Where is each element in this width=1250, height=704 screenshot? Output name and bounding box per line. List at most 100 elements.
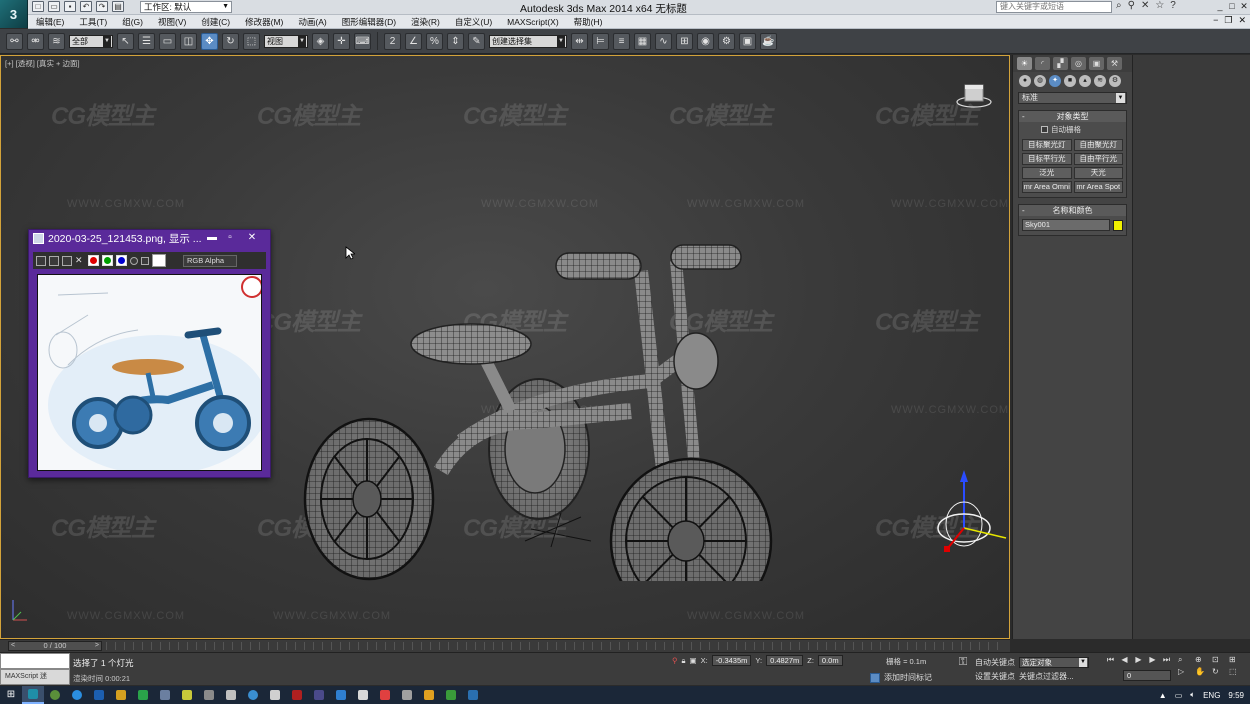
transform-gizmo-icon[interactable] bbox=[926, 466, 1010, 561]
alpha-toggle-icon[interactable] bbox=[130, 256, 138, 265]
menu-item-modifiers[interactable]: 修改器(M) bbox=[245, 16, 283, 28]
menu-item-views[interactable]: 视图(V) bbox=[158, 16, 186, 28]
save-image-icon[interactable] bbox=[36, 255, 46, 266]
clone-window-icon[interactable] bbox=[62, 255, 72, 266]
window-crossing-icon[interactable]: ◫ bbox=[180, 32, 197, 50]
display-tab-icon[interactable]: ▣ bbox=[1089, 57, 1104, 70]
graphite-ribbon-icon[interactable]: ▦ bbox=[634, 32, 651, 50]
zoom-icon[interactable]: ⌕ bbox=[1178, 655, 1192, 665]
track-bar[interactable] bbox=[106, 642, 1006, 650]
taskbar-app[interactable] bbox=[418, 686, 440, 704]
material-editor-icon[interactable]: ◉ bbox=[697, 32, 714, 50]
menu-item-graph-editors[interactable]: 图形编辑器(D) bbox=[342, 16, 396, 28]
menu-item-maxscript[interactable]: MAXScript(X) bbox=[507, 17, 558, 27]
time-slider[interactable]: < 0 / 100 > bbox=[8, 641, 102, 651]
background-swatch[interactable] bbox=[152, 254, 166, 267]
taskbar-app[interactable] bbox=[440, 686, 462, 704]
go-to-end-icon[interactable]: ⏭ bbox=[1161, 655, 1172, 665]
bind-space-warp-icon[interactable]: ≋ bbox=[48, 32, 65, 50]
search-input[interactable]: 键入关键字或短语 bbox=[996, 1, 1112, 13]
menu-item-tools[interactable]: 工具(T) bbox=[79, 16, 107, 28]
selection-filter-select[interactable]: 全部 ▼ bbox=[69, 34, 113, 48]
select-move-icon[interactable]: ✥ bbox=[201, 32, 218, 50]
menu-item-customize[interactable]: 自定义(U) bbox=[455, 16, 492, 28]
percent-snap-icon[interactable]: % bbox=[426, 32, 443, 50]
create-tab-icon[interactable]: ☀ bbox=[1017, 57, 1032, 70]
viewport-label[interactable]: [+] [透视] [真实 + 边面] bbox=[5, 58, 80, 69]
rendered-frame-window-icon[interactable]: ▣ bbox=[739, 32, 756, 50]
previous-frame-icon[interactable]: ◀ bbox=[1119, 655, 1130, 665]
zoom-all-icon[interactable]: ⊕ bbox=[1195, 655, 1209, 665]
autogrid-checkbox[interactable]: 自动栅格 bbox=[1019, 122, 1126, 137]
language-indicator[interactable]: ENG bbox=[1203, 691, 1220, 700]
link-icon[interactable]: ⚯ bbox=[6, 32, 23, 50]
time-slider-prev[interactable]: < bbox=[11, 642, 15, 650]
cameras-category-icon[interactable]: ■ bbox=[1064, 75, 1076, 87]
menu-item-edit[interactable]: 编辑(E) bbox=[36, 16, 64, 28]
name-color-rollout-header[interactable]: - 名称和颜色 bbox=[1019, 205, 1126, 216]
current-frame-field[interactable]: 0 bbox=[1123, 670, 1171, 681]
free-direct-button[interactable]: 自由平行光 bbox=[1073, 153, 1123, 165]
minimize-icon[interactable]: _ bbox=[1214, 0, 1226, 13]
systems-category-icon[interactable]: ⚙ bbox=[1109, 75, 1121, 87]
shapes-category-icon[interactable]: ◍ bbox=[1034, 75, 1046, 87]
taskbar-app[interactable] bbox=[66, 686, 88, 704]
spacewarps-category-icon[interactable]: ≋ bbox=[1094, 75, 1106, 87]
skylight-object[interactable] bbox=[521, 511, 601, 551]
menu-item-create[interactable]: 创建(C) bbox=[201, 16, 230, 28]
object-type-rollout-header[interactable]: - 对象类型 bbox=[1019, 111, 1126, 122]
menu-item-group[interactable]: 组(G) bbox=[122, 16, 143, 28]
light-type-select[interactable]: 标准 ▼ bbox=[1018, 92, 1127, 104]
motion-tab-icon[interactable]: ◎ bbox=[1071, 57, 1086, 70]
object-color-swatch[interactable] bbox=[1113, 219, 1123, 231]
key-filters-button[interactable]: 关键点过滤器... bbox=[1019, 671, 1074, 682]
volume-icon[interactable]: 🔈︎ bbox=[1190, 690, 1195, 700]
taskbar-app[interactable] bbox=[198, 686, 220, 704]
select-scale-icon[interactable]: ⬚ bbox=[243, 32, 260, 50]
exchange-icon[interactable]: ✕ bbox=[1141, 0, 1149, 11]
taskbar-app-3dsmax[interactable] bbox=[22, 686, 44, 704]
mr-area-omni-button[interactable]: mr Area Omni bbox=[1022, 181, 1072, 193]
target-direct-button[interactable]: 目标平行光 bbox=[1022, 153, 1072, 165]
spinner-snap-icon[interactable]: ⇕ bbox=[447, 32, 464, 50]
taskbar-app[interactable] bbox=[132, 686, 154, 704]
taskbar-app[interactable] bbox=[264, 686, 286, 704]
helpers-category-icon[interactable]: ▴ bbox=[1079, 75, 1091, 87]
taskbar-app[interactable] bbox=[110, 686, 132, 704]
select-rotate-icon[interactable]: ↻ bbox=[222, 32, 239, 50]
pivot-center-icon[interactable]: ◈ bbox=[312, 32, 329, 50]
binoculars-icon[interactable]: ⌕ bbox=[1116, 0, 1122, 11]
absolute-mode-icon[interactable]: ▣ bbox=[690, 656, 697, 665]
menu-item-animation[interactable]: 动画(A) bbox=[298, 16, 326, 28]
utilities-tab-icon[interactable]: ⚒ bbox=[1107, 57, 1122, 70]
taskbar-app[interactable] bbox=[396, 686, 418, 704]
angle-snap-icon[interactable]: ∠ bbox=[405, 32, 422, 50]
blue-channel-toggle[interactable] bbox=[116, 255, 127, 266]
maxscript-input[interactable] bbox=[0, 653, 70, 669]
image-window-titlebar[interactable]: 2020-03-25_121453.png, 显示 ... ▬ ▫ ✕ bbox=[29, 230, 270, 247]
skylight-button[interactable]: 天光 bbox=[1073, 167, 1123, 179]
doc-minimize-icon[interactable]: − bbox=[1213, 15, 1218, 26]
monochrome-toggle-icon[interactable] bbox=[141, 256, 149, 265]
app-logo-button[interactable]: 3 bbox=[0, 0, 28, 28]
curve-editor-icon[interactable]: ∿ bbox=[655, 32, 672, 50]
pin-icon[interactable]: ⚲ bbox=[672, 656, 678, 665]
save-icon[interactable]: ▪ bbox=[64, 1, 76, 12]
object-name-field[interactable]: Sky001 bbox=[1022, 219, 1110, 231]
select-object-icon[interactable]: ↖ bbox=[117, 32, 134, 50]
free-spot-button[interactable]: 自由聚光灯 bbox=[1073, 139, 1123, 151]
open-folder-icon[interactable]: ▭ bbox=[48, 1, 60, 12]
pan-icon[interactable]: ✋ bbox=[1195, 667, 1209, 676]
lock-selection-icon[interactable]: 🔒︎ bbox=[682, 656, 686, 666]
image-window-minimize-button[interactable]: ▬ bbox=[205, 232, 219, 243]
green-channel-toggle[interactable] bbox=[102, 255, 113, 266]
play-icon[interactable]: ▶ bbox=[1133, 655, 1144, 665]
zoom-extents-icon[interactable]: ⊡ bbox=[1212, 655, 1226, 665]
close-icon[interactable]: ✕ bbox=[1238, 0, 1250, 13]
maximize-icon[interactable]: □ bbox=[1226, 0, 1238, 13]
copy-image-icon[interactable] bbox=[49, 255, 59, 266]
taskbar-app[interactable] bbox=[374, 686, 396, 704]
favorites-star-icon[interactable]: ☆ bbox=[1155, 0, 1164, 11]
zoom-extents-all-icon[interactable]: ⊞ bbox=[1229, 655, 1243, 665]
taskbar-app[interactable] bbox=[154, 686, 176, 704]
